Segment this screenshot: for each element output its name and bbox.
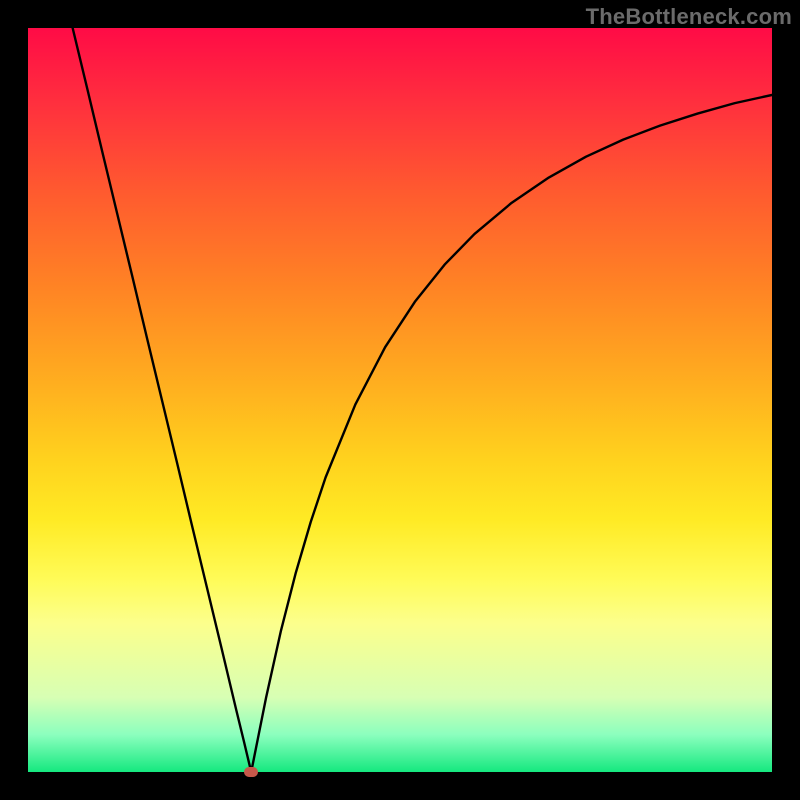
chart-frame: TheBottleneck.com bbox=[0, 0, 800, 800]
optimum-marker bbox=[244, 767, 258, 777]
bottleneck-curve bbox=[28, 28, 772, 772]
watermark: TheBottleneck.com bbox=[586, 4, 792, 30]
plot-area bbox=[28, 28, 772, 772]
